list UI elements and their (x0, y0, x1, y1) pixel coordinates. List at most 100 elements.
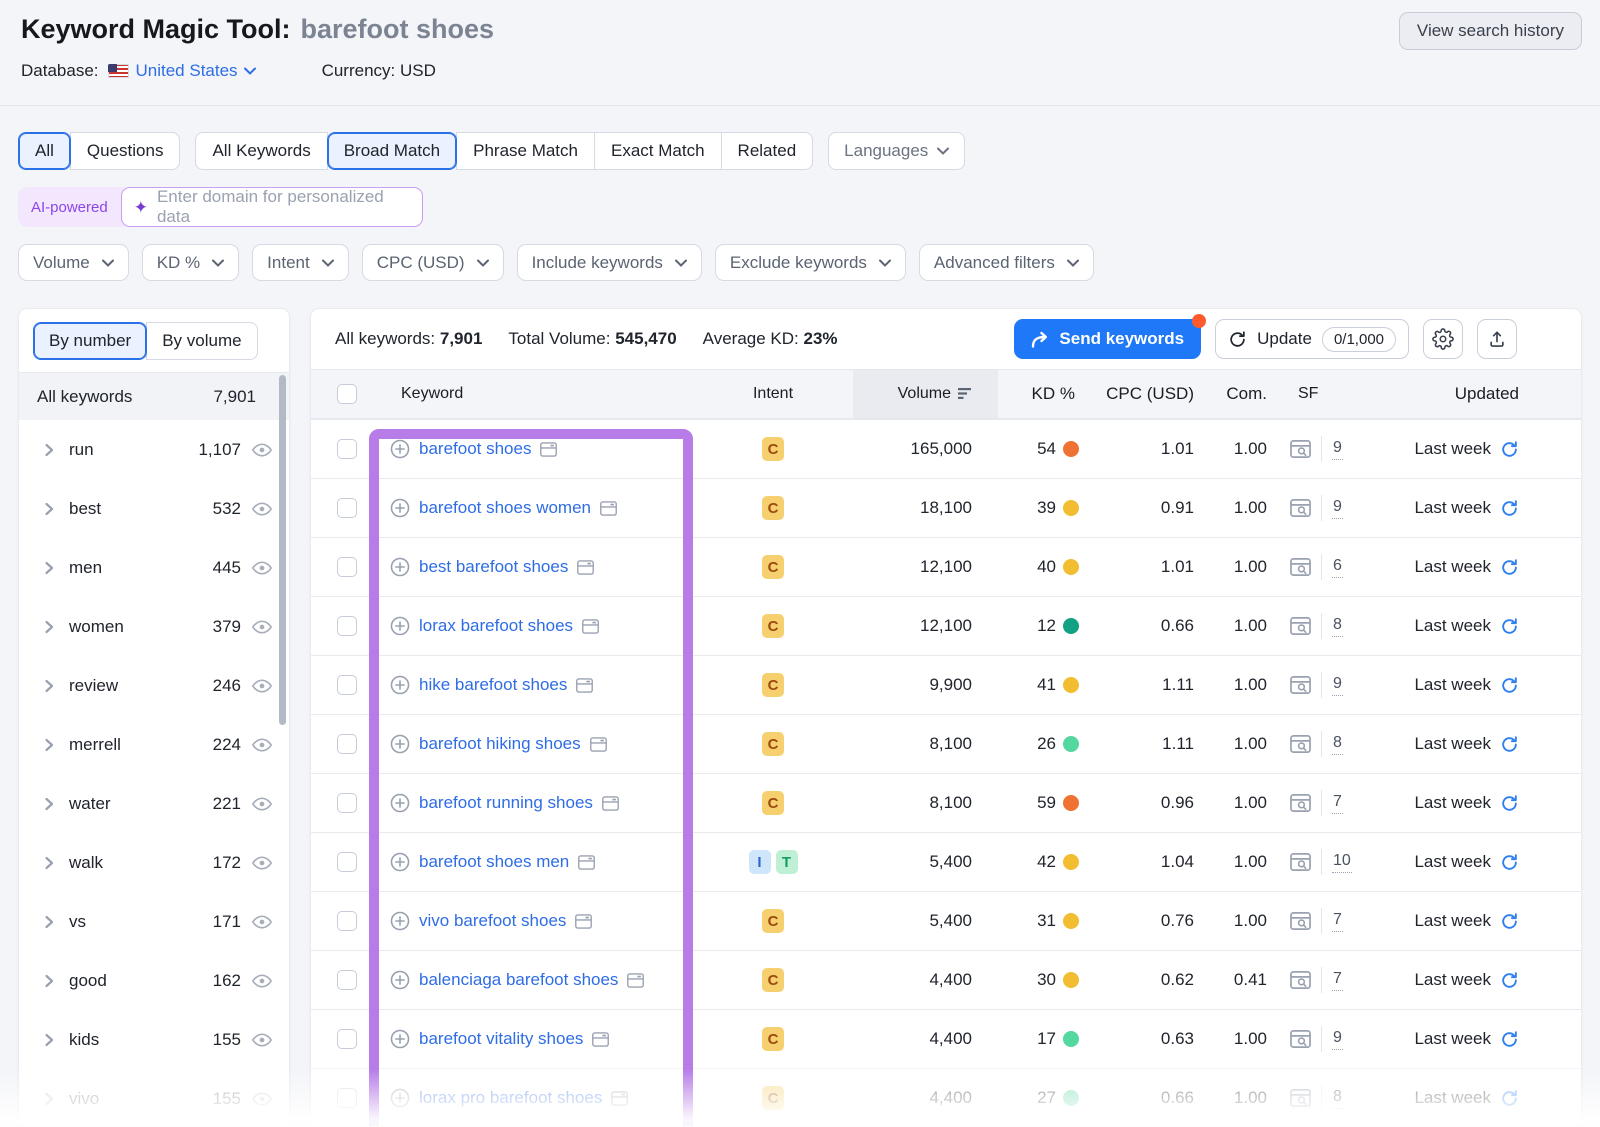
by-number-toggle[interactable]: By number (33, 322, 147, 360)
row-checkbox[interactable] (337, 734, 357, 754)
intent-badge-t[interactable]: T (776, 850, 798, 874)
row-checkbox[interactable] (337, 557, 357, 577)
serp-preview-button[interactable] (1289, 970, 1312, 990)
sidebar-group-men[interactable]: men445 (19, 538, 289, 597)
cpc-column-header[interactable]: CPC (USD) (1083, 384, 1194, 404)
intent-badge-c[interactable]: C (762, 1086, 784, 1110)
sf-count[interactable]: 9 (1332, 498, 1343, 519)
filter-intent[interactable]: Intent (252, 244, 349, 281)
intent-column-header[interactable]: Intent (753, 385, 793, 403)
refresh-row-button[interactable] (1500, 912, 1519, 931)
serp-preview-button[interactable] (1289, 498, 1312, 518)
intent-badge-c[interactable]: C (762, 1027, 784, 1051)
keyword-link[interactable]: barefoot vitality shoes (419, 1029, 583, 1049)
intent-badge-c[interactable]: C (762, 673, 784, 697)
refresh-row-button[interactable] (1500, 794, 1519, 813)
tab-broad-match[interactable]: Broad Match (327, 132, 457, 170)
serp-preview-button[interactable] (1289, 1088, 1312, 1108)
sidebar-group-best[interactable]: best532 (19, 479, 289, 538)
sf-count[interactable]: 6 (1332, 557, 1343, 578)
keyword-column-header[interactable]: Keyword (401, 385, 463, 403)
intent-badge-c[interactable]: C (762, 968, 784, 992)
serp-preview-button[interactable] (1289, 1029, 1312, 1049)
refresh-row-button[interactable] (1500, 499, 1519, 518)
keyword-link[interactable]: barefoot shoes women (419, 498, 591, 518)
row-checkbox[interactable] (337, 1029, 357, 1049)
serp-preview-button[interactable] (1289, 557, 1312, 577)
settings-button[interactable] (1423, 319, 1463, 359)
row-checkbox[interactable] (337, 1088, 357, 1108)
serp-preview-button[interactable] (1289, 616, 1312, 636)
refresh-row-button[interactable] (1500, 676, 1519, 695)
row-checkbox[interactable] (337, 852, 357, 872)
sidebar-group-vs[interactable]: vs171 (19, 892, 289, 951)
filter-advanced-filters[interactable]: Advanced filters (919, 244, 1094, 281)
sidebar-group-water[interactable]: water221 (19, 774, 289, 833)
keyword-link[interactable]: barefoot hiking shoes (419, 734, 581, 754)
volume-column-header[interactable]: Volume (853, 370, 998, 418)
database-selector[interactable]: United States (136, 61, 256, 81)
intent-badge-c[interactable]: C (762, 496, 784, 520)
filter-include-keywords[interactable]: Include keywords (517, 244, 702, 281)
keyword-link[interactable]: barefoot running shoes (419, 793, 593, 813)
sf-count[interactable]: 8 (1332, 734, 1343, 755)
keyword-link[interactable]: lorax pro barefoot shoes (419, 1088, 602, 1108)
serp-preview-button[interactable] (1289, 793, 1312, 813)
sf-count[interactable]: 7 (1332, 911, 1343, 932)
intent-badge-c[interactable]: C (762, 791, 784, 815)
sf-count[interactable]: 10 (1332, 852, 1352, 873)
serp-preview-button[interactable] (1289, 439, 1312, 459)
intent-badge-c[interactable]: C (762, 555, 784, 579)
sidebar-group-good[interactable]: good162 (19, 951, 289, 1010)
keyword-link[interactable]: barefoot shoes (419, 439, 531, 459)
sidebar-group-merrell[interactable]: merrell224 (19, 715, 289, 774)
by-volume-toggle[interactable]: By volume (146, 322, 257, 360)
sf-count[interactable]: 8 (1332, 1088, 1343, 1109)
tab-related[interactable]: Related (721, 132, 814, 170)
refresh-row-button[interactable] (1500, 735, 1519, 754)
tab-all[interactable]: All (18, 132, 71, 170)
keyword-link[interactable]: hike barefoot shoes (419, 675, 567, 695)
filter-volume[interactable]: Volume (18, 244, 129, 281)
refresh-row-button[interactable] (1500, 617, 1519, 636)
row-checkbox[interactable] (337, 498, 357, 518)
refresh-row-button[interactable] (1500, 853, 1519, 872)
update-button[interactable]: Update 0/1,000 (1215, 319, 1409, 359)
refresh-row-button[interactable] (1500, 558, 1519, 577)
sidebar-group-review[interactable]: review246 (19, 656, 289, 715)
refresh-row-button[interactable] (1500, 1089, 1519, 1108)
view-search-history-button[interactable]: View search history (1399, 12, 1582, 50)
refresh-row-button[interactable] (1500, 1030, 1519, 1049)
serp-preview-button[interactable] (1289, 675, 1312, 695)
languages-dropdown[interactable]: Languages (828, 132, 965, 170)
row-checkbox[interactable] (337, 793, 357, 813)
intent-badge-c[interactable]: C (762, 732, 784, 756)
keyword-link[interactable]: lorax barefoot shoes (419, 616, 573, 636)
filter-kd-[interactable]: KD % (142, 244, 239, 281)
row-checkbox[interactable] (337, 675, 357, 695)
kd-column-header[interactable]: KD % (998, 384, 1083, 404)
refresh-row-button[interactable] (1500, 971, 1519, 990)
sf-count[interactable]: 8 (1332, 616, 1343, 637)
tab-phrase-match[interactable]: Phrase Match (456, 132, 595, 170)
sidebar-group-walk[interactable]: walk172 (19, 833, 289, 892)
tab-exact-match[interactable]: Exact Match (594, 132, 722, 170)
sf-count[interactable]: 7 (1332, 793, 1343, 814)
updated-column-header[interactable]: Updated (1367, 384, 1581, 404)
select-all-checkbox[interactable] (337, 384, 357, 404)
filter-cpc-usd-[interactable]: CPC (USD) (362, 244, 504, 281)
sidebar-group-women[interactable]: women379 (19, 597, 289, 656)
intent-badge-c[interactable]: C (762, 614, 784, 638)
send-keywords-button[interactable]: Send keywords (1014, 319, 1201, 359)
serp-preview-button[interactable] (1289, 852, 1312, 872)
com-column-header[interactable]: Com. (1194, 384, 1267, 404)
row-checkbox[interactable] (337, 911, 357, 931)
intent-badge-i[interactable]: I (749, 850, 771, 874)
refresh-row-button[interactable] (1500, 440, 1519, 459)
row-checkbox[interactable] (337, 616, 357, 636)
intent-badge-c[interactable]: C (762, 909, 784, 933)
tab-questions[interactable]: Questions (70, 132, 181, 170)
export-button[interactable] (1477, 319, 1517, 359)
sf-count[interactable]: 9 (1332, 439, 1343, 460)
sidebar-scrollbar[interactable] (279, 375, 286, 725)
